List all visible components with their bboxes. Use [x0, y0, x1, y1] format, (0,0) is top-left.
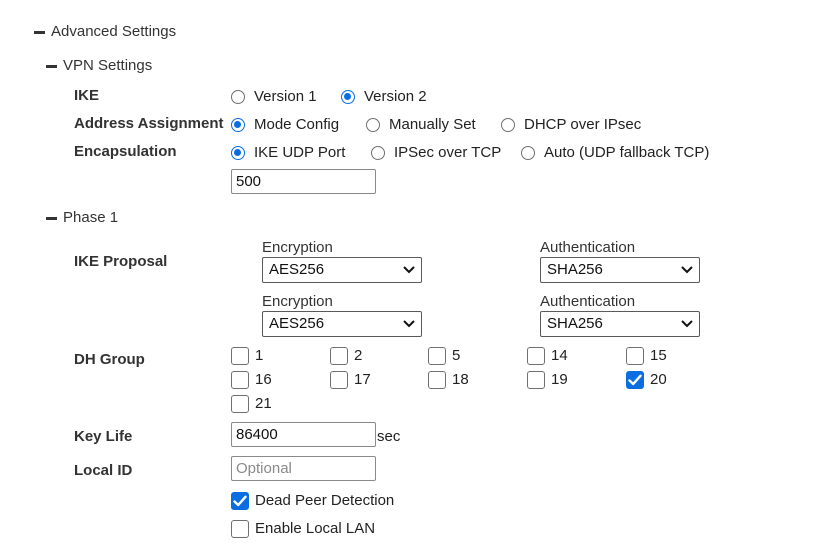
- checkbox[interactable]: [527, 371, 545, 389]
- dh-group-15-checkbox[interactable]: 15: [626, 347, 667, 365]
- ike-version2-radio[interactable]: Version 2: [341, 88, 427, 106]
- radio-button[interactable]: [521, 146, 535, 160]
- encryption-label: Encryption: [262, 239, 333, 256]
- dh-group-1-checkbox[interactable]: 1: [231, 347, 263, 365]
- encryption-label: Encryption: [262, 293, 333, 310]
- dh-group-16-checkbox[interactable]: 16: [231, 371, 272, 389]
- checkbox[interactable]: [231, 520, 249, 538]
- vpn-settings-label: VPN Settings: [63, 57, 153, 74]
- vpn-settings-toggle[interactable]: VPN Settings: [46, 57, 152, 75]
- manually-set-radio[interactable]: Manually Set: [366, 116, 476, 134]
- authentication-select-1[interactable]: SHA256: [540, 257, 700, 283]
- radio-button[interactable]: [371, 146, 385, 160]
- checkbox[interactable]: [626, 371, 644, 389]
- encapsulation-label: Encapsulation: [74, 143, 177, 160]
- checkbox[interactable]: [330, 347, 348, 365]
- minus-icon: [46, 216, 57, 220]
- local-id-input[interactable]: Optional: [231, 456, 376, 481]
- authentication-label: Authentication: [540, 293, 636, 310]
- ike-proposal-label: IKE Proposal: [74, 253, 168, 270]
- check-icon: [628, 374, 642, 386]
- advanced-settings-label: Advanced Settings: [51, 23, 177, 40]
- checkbox[interactable]: [330, 371, 348, 389]
- checkbox[interactable]: [231, 371, 249, 389]
- checkbox[interactable]: [428, 347, 446, 365]
- dh-group-17-checkbox[interactable]: 17: [330, 371, 371, 389]
- checkbox[interactable]: [626, 347, 644, 365]
- chevron-down-icon: [403, 320, 415, 328]
- dh-group-21-checkbox[interactable]: 21: [231, 395, 272, 413]
- dh-group-label: DH Group: [74, 351, 145, 368]
- radio-button[interactable]: [231, 146, 245, 160]
- phase1-label: Phase 1: [63, 209, 119, 226]
- checkbox[interactable]: [527, 347, 545, 365]
- ipsec-over-tcp-radio[interactable]: IPSec over TCP: [371, 144, 501, 162]
- local-id-label: Local ID: [74, 462, 133, 479]
- chevron-down-icon: [403, 266, 415, 274]
- key-life-input[interactable]: 86400: [231, 422, 376, 447]
- radio-button[interactable]: [366, 118, 380, 132]
- checkbox[interactable]: [231, 347, 249, 365]
- dh-group-5-checkbox[interactable]: 5: [428, 347, 460, 365]
- key-life-unit: sec: [377, 428, 401, 445]
- ike-udp-port-input[interactable]: 500: [231, 169, 376, 194]
- radio-button[interactable]: [231, 118, 245, 132]
- authentication-label: Authentication: [540, 239, 636, 256]
- dh-group-18-checkbox[interactable]: 18: [428, 371, 469, 389]
- ike-label: IKE: [74, 87, 100, 104]
- encryption-select-2[interactable]: AES256: [262, 311, 422, 337]
- checkbox[interactable]: [231, 395, 249, 413]
- checkbox[interactable]: [428, 371, 446, 389]
- mode-config-radio[interactable]: Mode Config: [231, 116, 339, 134]
- chevron-down-icon: [681, 320, 693, 328]
- enable-local-lan-checkbox[interactable]: Enable Local LAN: [231, 520, 375, 538]
- dh-group-2-checkbox[interactable]: 2: [330, 347, 362, 365]
- minus-icon: [34, 30, 45, 34]
- key-life-label: Key Life: [74, 428, 133, 445]
- radio-button[interactable]: [341, 90, 355, 104]
- ike-version1-radio[interactable]: Version 1: [231, 88, 317, 106]
- auto-udp-fallback-radio[interactable]: Auto (UDP fallback TCP): [521, 144, 709, 162]
- chevron-down-icon: [681, 266, 693, 274]
- checkbox[interactable]: [231, 492, 249, 510]
- ike-udp-port-radio[interactable]: IKE UDP Port: [231, 144, 345, 162]
- dead-peer-detection-checkbox[interactable]: Dead Peer Detection: [231, 492, 394, 510]
- dhcp-over-ipsec-radio[interactable]: DHCP over IPsec: [501, 116, 641, 134]
- dh-group-19-checkbox[interactable]: 19: [527, 371, 568, 389]
- dh-group-20-checkbox[interactable]: 20: [626, 371, 667, 389]
- radio-button[interactable]: [231, 90, 245, 104]
- encryption-select-1[interactable]: AES256: [262, 257, 422, 283]
- check-icon: [233, 495, 247, 507]
- minus-icon: [46, 64, 57, 68]
- phase1-toggle[interactable]: Phase 1: [46, 209, 118, 227]
- advanced-settings-toggle[interactable]: Advanced Settings: [34, 23, 176, 41]
- radio-button[interactable]: [501, 118, 515, 132]
- dh-group-14-checkbox[interactable]: 14: [527, 347, 568, 365]
- address-assignment-label: Address Assignment: [74, 115, 224, 132]
- authentication-select-2[interactable]: SHA256: [540, 311, 700, 337]
